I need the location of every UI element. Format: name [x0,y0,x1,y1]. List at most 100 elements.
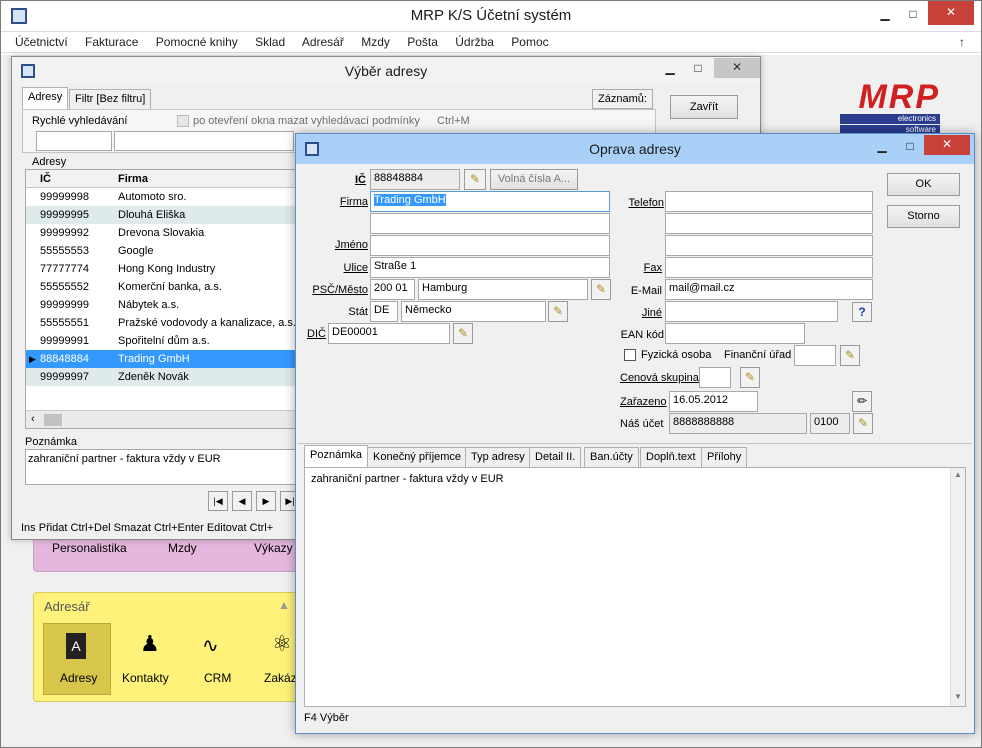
menu-fakturace[interactable]: Fakturace [85,35,138,49]
dic-input[interactable]: DE00001 [328,323,450,344]
close-button[interactable]: ✕ [928,1,974,25]
stat-code-input[interactable]: DE [370,301,398,322]
mzdy-label[interactable]: Mzdy [168,541,197,555]
zarazeno-input[interactable]: 16.05.2012 [669,391,758,412]
oprava-close-button[interactable]: ✕ [924,135,970,155]
fax-input[interactable] [665,257,873,278]
scroll-down-icon[interactable]: ▼ [954,692,962,701]
financni-input[interactable] [794,345,836,366]
table-row[interactable]: 77777774 Hong Kong Industry [26,260,296,278]
financni-lookup-button[interactable]: ✎ [840,345,860,366]
jmeno-input[interactable] [370,235,610,256]
nas-ucet-code-input[interactable]: 0100 [810,413,850,434]
zavrit-button[interactable]: Zavřít [670,95,738,119]
table-row[interactable]: 99999999 Nábytek a.s. [26,296,296,314]
personalistika-label[interactable]: Personalistika [52,541,127,555]
jine-input[interactable] [665,301,838,322]
tab-detail-ii[interactable]: Detail II. [529,447,582,467]
tab-dopln-text[interactable]: Doplň.text [640,447,702,467]
tab-konecny-prijemce[interactable]: Konečný příjemce [367,447,468,467]
table-row[interactable]: 99999992 Drevona Slovakia [26,224,296,242]
zaznamu-button[interactable]: Záznamů: [592,89,653,109]
maximize-button[interactable]: □ [899,5,927,25]
table-row[interactable]: 99999991 Spořitelní dům a.s. [26,332,296,350]
telefon3-input[interactable] [665,235,873,256]
menu-posta[interactable]: Pošta [407,35,438,49]
fyzicka-checkbox[interactable] [624,349,636,361]
tab-typ-adresy[interactable]: Typ adresy [465,447,531,467]
menu-sklad[interactable]: Sklad [255,35,285,49]
collapse-arrow-icon[interactable]: ▲ [278,598,290,612]
mesto-input[interactable]: Hamburg [418,279,588,300]
storno-button[interactable]: Storno [887,205,960,228]
oprava-maximize-button[interactable]: □ [896,137,924,157]
clear-checkbox[interactable] [177,115,189,127]
table-row[interactable]: 55555551 Pražské vodovody a kanalizace, a… [26,314,296,332]
table-row-selected[interactable]: ▶ 88848884 Trading GmbH [26,350,296,368]
search-firma-input[interactable] [114,131,294,151]
ulice-input[interactable]: Straße 1 [370,257,610,278]
tab-ban-ucty[interactable]: Ban.účty [584,447,639,467]
vyber-maximize-button[interactable]: □ [684,59,712,79]
tab-adresy[interactable]: Adresy [22,87,69,109]
crm-label[interactable]: CRM [204,671,231,685]
tab-prilohy[interactable]: Přílohy [701,447,748,467]
table-row[interactable]: 99999995 Dlouhá Eliška [26,206,296,224]
table-row[interactable]: 55555553 Google [26,242,296,260]
volna-cisla-button[interactable]: Volná čísla A... [490,169,578,190]
search-ic-input[interactable] [36,131,112,151]
horizontal-scrollbar[interactable]: ‹ [26,410,296,428]
cenova-input[interactable] [699,367,731,388]
scroll-up-icon[interactable]: ▲ [954,470,962,479]
table-row[interactable]: 55555552 Komerční banka, a.s. [26,278,296,296]
scroll-left-icon[interactable]: ‹ [31,413,35,425]
oprava-note-area[interactable]: zahraniční partner - faktura vždy v EUR … [304,467,966,707]
minimize-button[interactable]: ▁ [871,5,899,25]
ok-button[interactable]: OK [887,173,960,196]
table-row[interactable]: 99999998 Automoto sro. [26,188,296,206]
nas-ucet-input[interactable]: 8888888888 [669,413,807,434]
kontakty-label[interactable]: Kontakty [122,671,169,685]
email-input[interactable]: mail@mail.cz [665,279,873,300]
menu-mzdy[interactable]: Mzdy [361,35,390,49]
first-record-button[interactable]: |◀ [208,491,228,511]
menu-pomocne-knihy[interactable]: Pomocné knihy [156,35,238,49]
menu-adresar[interactable]: Adresář [302,35,344,49]
oprava-note-text: zahraniční partner - faktura vždy v EUR [311,473,504,485]
oprava-minimize-button[interactable]: ▁ [868,137,896,157]
menu-expand-icon[interactable]: ↑ [959,35,965,49]
prev-record-button[interactable]: ◀ [232,491,252,511]
col-firma-header[interactable]: Firma [118,170,148,188]
zarazeno-edit-button[interactable]: ✏ [852,391,872,412]
ean-input[interactable] [665,323,805,344]
tab-filtr[interactable]: Filtr [Bez filtru] [69,89,152,109]
next-record-button[interactable]: ▶ [256,491,276,511]
tab-poznamka[interactable]: Poznámka [304,445,368,467]
vyber-minimize-button[interactable]: ▁ [656,59,684,79]
psc-input[interactable]: 200 01 [370,279,415,300]
vyber-close-button[interactable]: ✕ [714,58,760,78]
stat-name-input[interactable]: Německo [401,301,546,322]
nas-ucet-lookup-button[interactable]: ✎ [853,413,873,434]
telefon-input[interactable] [665,191,873,212]
vyber-title: Výběr adresy [344,63,428,79]
col-ic-header[interactable]: IČ [40,170,51,188]
help-icon[interactable]: ? [852,302,872,322]
telefon2-input[interactable] [665,213,873,234]
ic-input[interactable]: 88848884 [370,169,460,190]
vertical-scrollbar[interactable]: ▲ ▼ [950,468,965,706]
cenova-label-text: Cenová skupina [620,372,699,384]
scroll-thumb[interactable] [44,414,62,426]
menu-udrzba[interactable]: Údržba [455,35,494,49]
vykazy-label[interactable]: Výkazy [254,541,293,555]
cenova-lookup-button[interactable]: ✎ [740,367,760,388]
firma2-input[interactable] [370,213,610,234]
firma-input[interactable]: Trading GmbH [370,191,610,212]
stat-lookup-button[interactable]: ✎ [548,301,568,322]
ic-lookup-button[interactable]: ✎ [464,169,486,190]
menu-pomoc[interactable]: Pomoc [511,35,548,49]
dic-lookup-button[interactable]: ✎ [453,323,473,344]
table-row[interactable]: 99999997 Zdeněk Novák [26,368,296,386]
telefon-label-text: Telefon [628,197,664,209]
menu-ucetnictvi[interactable]: Účetnictví [15,35,68,49]
